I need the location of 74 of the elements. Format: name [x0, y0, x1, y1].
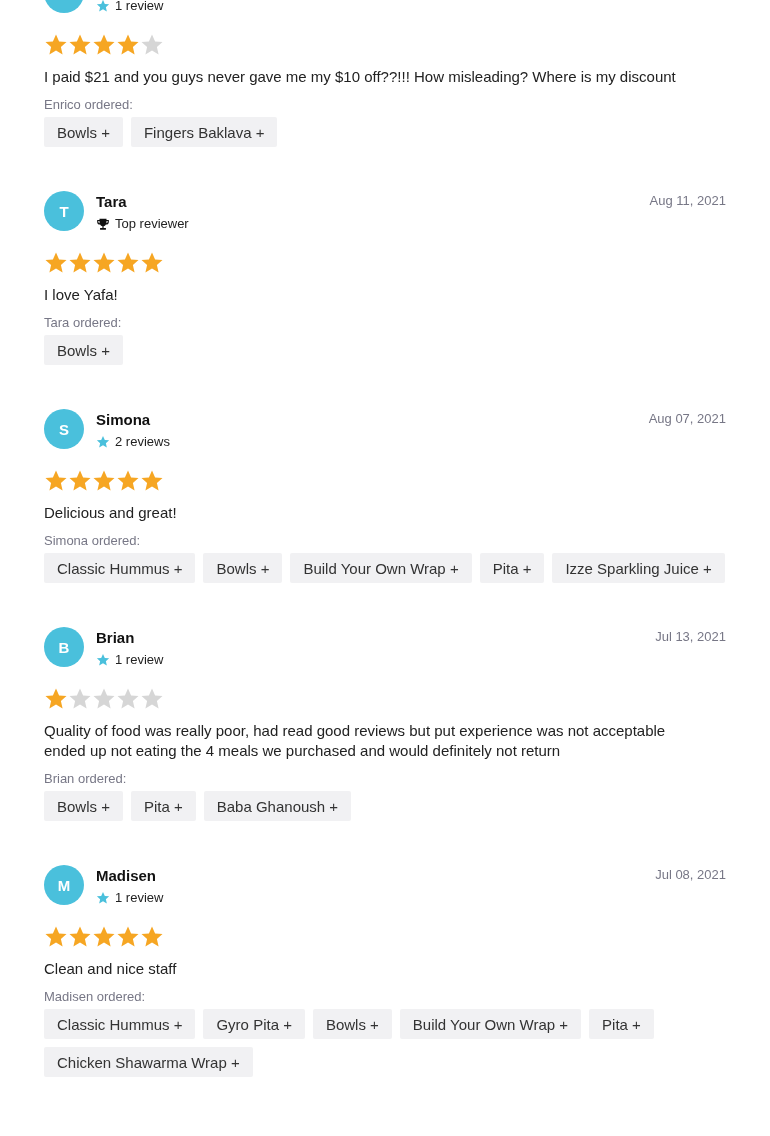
star-icon — [68, 925, 92, 949]
reviewer-name: Simona — [96, 410, 152, 430]
star-icon — [96, 434, 110, 449]
star-icon — [68, 687, 92, 711]
avatar: B — [44, 627, 84, 667]
avatar: S — [44, 409, 84, 449]
avatar: T — [44, 191, 84, 231]
reviewer-status-label: 1 review — [115, 0, 164, 13]
reviewer-name: Brian — [96, 628, 136, 648]
star-icon — [116, 925, 140, 949]
menu-item-chip[interactable]: Bowls + — [44, 791, 123, 821]
star-icon — [68, 469, 92, 493]
ordered-label: Madisen ordered: — [44, 989, 147, 1004]
star-icon — [92, 925, 116, 949]
menu-item-chip[interactable]: Pita + — [589, 1009, 654, 1039]
star-icon — [116, 687, 140, 711]
reviewer-name: Madisen — [96, 866, 157, 886]
star-icon — [92, 251, 116, 275]
review-text: Clean and nice staff — [44, 959, 178, 979]
star-icon — [44, 925, 68, 949]
review-text: Delicious and great! — [44, 503, 178, 523]
star-icon — [96, 652, 110, 667]
ordered-label: Tara ordered: — [44, 315, 123, 330]
star-icon — [140, 33, 164, 57]
star-icon — [44, 33, 68, 57]
menu-item-chip[interactable]: Classic Hummus + — [44, 1009, 196, 1039]
menu-item-chip[interactable]: Build Your Own Wrap + — [399, 1009, 582, 1039]
star-icon — [116, 251, 140, 275]
star-icon — [116, 33, 140, 57]
reviewer-status-label: Top reviewer — [115, 216, 189, 231]
star-icon — [92, 687, 116, 711]
menu-item-chip[interactable]: Build Your Own Wrap + — [290, 553, 472, 583]
menu-item-chip[interactable]: Classic Hummus + — [44, 553, 196, 583]
star-icon — [116, 469, 140, 493]
reviewer-status-label: 1 review — [115, 890, 164, 905]
ordered-label: Simona ordered: — [44, 533, 142, 548]
review-date: Aug 11, 2021 — [649, 193, 726, 208]
star-icon — [140, 251, 164, 275]
menu-item-chip[interactable]: Bowls + — [44, 117, 123, 147]
star-icon — [140, 687, 164, 711]
menu-item-chip[interactable]: Izze Sparkling Juice + — [552, 553, 725, 583]
star-icon — [44, 469, 68, 493]
menu-item-chip[interactable]: Bowls + — [312, 1009, 392, 1039]
star-icon — [96, 0, 110, 13]
review-text: I love Yafa! — [44, 285, 119, 305]
review-text: I paid $21 and you guys never gave me my $10 off??!!! How misleading? Where is my discount — [44, 67, 677, 87]
reviewer-name: Tara — [96, 192, 128, 212]
star-icon — [44, 251, 68, 275]
ordered-label: Brian ordered: — [44, 771, 128, 786]
ordered-label: Enrico ordered: — [44, 97, 134, 112]
star-icon — [92, 33, 116, 57]
trophy-icon — [96, 216, 110, 231]
menu-item-chip[interactable]: Gyro Pita + — [203, 1009, 305, 1039]
menu-item-chip[interactable]: Baba Ghanoush + — [203, 791, 352, 821]
review-date: Jul 08, 2021 — [655, 867, 726, 882]
review-date: Jul 13, 2021 — [655, 629, 726, 644]
menu-item-chip[interactable]: Bowls + — [203, 553, 283, 583]
review-date: Aug 07, 2021 — [648, 411, 726, 426]
menu-item-chip[interactable]: Chicken Shawarma Wrap + — [44, 1047, 253, 1077]
star-icon — [68, 33, 92, 57]
menu-item-chip[interactable]: Pita + — [130, 791, 196, 821]
avatar: M — [44, 865, 84, 905]
star-icon — [140, 469, 164, 493]
menu-item-chip[interactable]: Fingers Baklava + — [130, 117, 278, 147]
star-icon — [96, 890, 110, 905]
star-icon — [92, 469, 116, 493]
reviewer-status-label: 1 review — [115, 652, 164, 667]
menu-item-chip[interactable]: Pita + — [479, 553, 545, 583]
menu-item-chip[interactable]: Bowls + — [44, 335, 123, 365]
reviewer-status-label: 2 reviews — [115, 434, 170, 449]
star-icon — [68, 251, 92, 275]
star-icon — [140, 925, 164, 949]
star-icon — [44, 687, 68, 711]
review-text: Quality of food was really poor, had read good reviews but put experience was not acceptable ended up not eating the 4 meals we purchased and would definitely not return — [44, 721, 667, 761]
